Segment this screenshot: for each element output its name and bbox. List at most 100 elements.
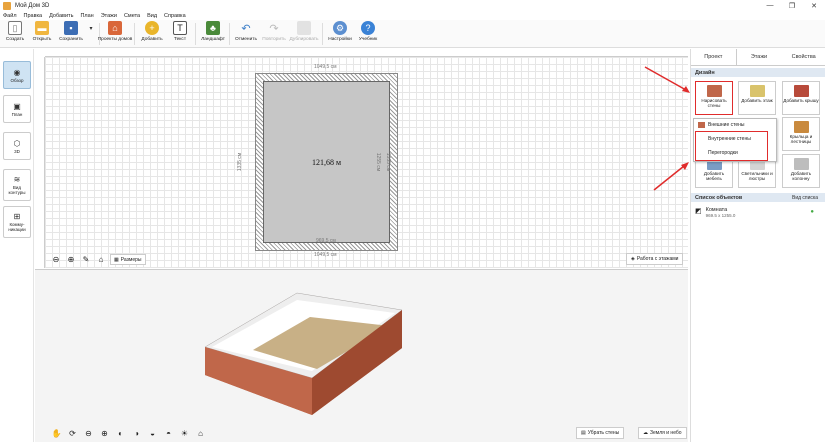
landscape-button[interactable]: ♣ Ландшафт	[198, 21, 228, 42]
menu-add[interactable]: Добавить	[49, 13, 73, 19]
settings-button[interactable]: ⚙ Настройки	[325, 21, 355, 42]
add-column-tile[interactable]: Добавить колонну	[782, 154, 820, 188]
add-floor-tile[interactable]: Добавить этаж	[738, 81, 776, 115]
menu-estimate[interactable]: Смета	[124, 13, 140, 19]
title-bar: Мой Дом 3D — ❐ ✕	[0, 0, 825, 11]
plan-view[interactable]: 1049,5 см 969,5 см 121,68 м 969,5 см 104…	[35, 49, 688, 268]
inner-height-label: 1255 см	[375, 152, 382, 172]
tab-properties[interactable]: Свойства	[781, 49, 825, 65]
list-view-link[interactable]: Вид списка	[792, 195, 818, 201]
sizes-button[interactable]: ▦ Размеры	[110, 254, 146, 265]
nav-plan[interactable]: ▣ План	[3, 95, 31, 123]
hide-walls-button[interactable]: ▤ Убрать стены	[576, 427, 625, 439]
save-dropdown-arrow[interactable]: ▾	[84, 21, 98, 37]
eye-icon: ◉	[13, 67, 21, 77]
menu-view[interactable]: Вид	[147, 13, 157, 19]
chevron-down-icon: ▾	[89, 25, 93, 32]
tab-project[interactable]: Проект	[691, 49, 737, 65]
duplicate-icon	[297, 21, 311, 35]
redo-button[interactable]: ↷ Повторить	[259, 21, 289, 43]
menu-file[interactable]: Файл	[3, 13, 17, 19]
draw-walls-tile[interactable]: Нарисовать стены	[695, 81, 733, 115]
walls-icon: ▤	[581, 430, 586, 436]
redo-icon: ↷	[269, 22, 279, 35]
nav-communications[interactable]: ⊞ Комму-никации	[3, 206, 31, 238]
rotate-icon[interactable]: ⟳	[66, 428, 79, 439]
design-header: Дизайн	[691, 68, 825, 77]
right-panel: Проект Этажи Свойства Дизайн Нарисовать …	[690, 49, 825, 442]
folder-icon: ▬	[35, 21, 49, 35]
nav-contours[interactable]: ≋ Вид контуры	[3, 169, 31, 201]
create-button[interactable]: ▯ Создать	[0, 21, 30, 42]
add-roof-tile[interactable]: Добавить крышу	[782, 81, 820, 115]
zoom-in-icon[interactable]: ⊕	[65, 254, 77, 265]
gear-icon: ⚙	[333, 21, 347, 35]
home-icon[interactable]: ⌂	[95, 254, 107, 265]
floors-button[interactable]: ◈ Работа с этажами	[626, 253, 684, 265]
tilt-icon[interactable]: ◑	[130, 428, 143, 439]
text-icon: T	[173, 21, 187, 35]
pipes-icon: ⊞	[13, 212, 21, 221]
tree-icon: ♣	[206, 21, 220, 35]
plan-icon: ▣	[13, 101, 21, 111]
outer-width-bottom-label: 1049,5 см	[314, 252, 337, 258]
earth-sky-button[interactable]: ☁ Земля и небо	[638, 427, 687, 439]
outer-height-right-label: 1335 см	[385, 152, 392, 172]
outer-width-label: 1049,5 см	[314, 64, 337, 70]
menu-help[interactable]: Справка	[164, 13, 186, 19]
home-icon[interactable]: ⌂	[194, 428, 207, 439]
zoom-in-icon[interactable]: ⊕	[98, 428, 111, 439]
column-icon	[793, 158, 809, 170]
maximize-button[interactable]: ❐	[781, 0, 803, 11]
text-button[interactable]: T Текст	[165, 21, 195, 42]
menu-floors[interactable]: Этажи	[101, 13, 117, 19]
room-area-label: 121,68 м	[311, 157, 342, 167]
room-3d-model	[204, 292, 403, 415]
view-3d[interactable]: ✋ ⟳ ⊖ ⊕ ◐ ◑ ◒ ◓ ☀ ⌂ ▤ Убрать стены ☁ Зем…	[35, 269, 688, 442]
objects-header: Список объектов Вид списка	[691, 193, 825, 202]
view-3d-tools: ✋ ⟳ ⊖ ⊕ ◐ ◑ ◒ ◓ ☀ ⌂	[50, 428, 210, 439]
nav-overview[interactable]: ◉ Обзор	[3, 61, 31, 89]
object-list-item[interactable]: ◩ Комната 969.5 x 1255.0 ●	[695, 207, 822, 221]
stairs-icon	[793, 121, 809, 133]
close-button[interactable]: ✕	[803, 0, 825, 11]
light-icon[interactable]: ☀	[178, 428, 191, 439]
house-icon: ⌂	[108, 21, 122, 35]
hand-icon[interactable]: ✋	[50, 428, 63, 439]
nav-3d[interactable]: ⬡ 3D	[3, 132, 31, 160]
camera-down-icon[interactable]: ◓	[162, 428, 175, 439]
camera-up-icon[interactable]: ◒	[146, 428, 159, 439]
ruler-icon[interactable]: ✎	[80, 254, 92, 265]
ruler-vertical	[35, 57, 45, 268]
plan-tools: ⊖ ⊕ ✎ ⌂ ▦ Размеры	[50, 254, 146, 265]
undo-button[interactable]: ↶ Отменить	[231, 21, 261, 43]
tab-floors[interactable]: Этажи	[737, 49, 782, 65]
orbit-icon[interactable]: ◐	[114, 428, 127, 439]
projects-button[interactable]: ⌂ Проекты домов	[98, 21, 132, 42]
menu-bar: Файл Правка Добавить План Этажи Смета Ви…	[0, 11, 825, 20]
roof-icon	[793, 85, 809, 97]
cube-icon: ⬡	[13, 138, 21, 148]
add-button[interactable]: + Добавить	[137, 21, 167, 42]
visibility-icon[interactable]: ●	[810, 209, 814, 215]
brick-icon	[698, 122, 705, 128]
menu-plan[interactable]: План	[80, 13, 93, 19]
save-button[interactable]: ▪ Сохранить	[56, 21, 86, 42]
sky-icon: ☁	[643, 430, 648, 436]
minimize-button[interactable]: —	[759, 0, 781, 11]
tutorial-button[interactable]: ? Учебник	[353, 21, 383, 42]
highlight-box	[695, 131, 768, 161]
left-nav: ◉ Обзор ▣ План ⬡ 3D ≋ Вид контуры ⊞ Комм…	[0, 49, 34, 442]
brick-wall-icon	[706, 85, 722, 97]
layers-icon: ◈	[631, 256, 635, 262]
menu-edit[interactable]: Правка	[24, 13, 43, 19]
porches-stairs-tile[interactable]: Крыльца и лестницы	[782, 117, 820, 151]
open-button[interactable]: ▬ Открыть	[27, 21, 57, 42]
zoom-out-icon[interactable]: ⊖	[82, 428, 95, 439]
zoom-out-icon[interactable]: ⊖	[50, 254, 62, 265]
menu-external-walls[interactable]: Внешние стены	[694, 119, 778, 131]
room-floor[interactable]: 121,68 м	[263, 81, 390, 243]
right-tabs: Проект Этажи Свойства	[691, 49, 825, 66]
duplicate-button[interactable]: Дублировать	[289, 21, 319, 42]
walls-dropdown: Внешние стены Внутренние стены Перегород…	[693, 118, 777, 162]
